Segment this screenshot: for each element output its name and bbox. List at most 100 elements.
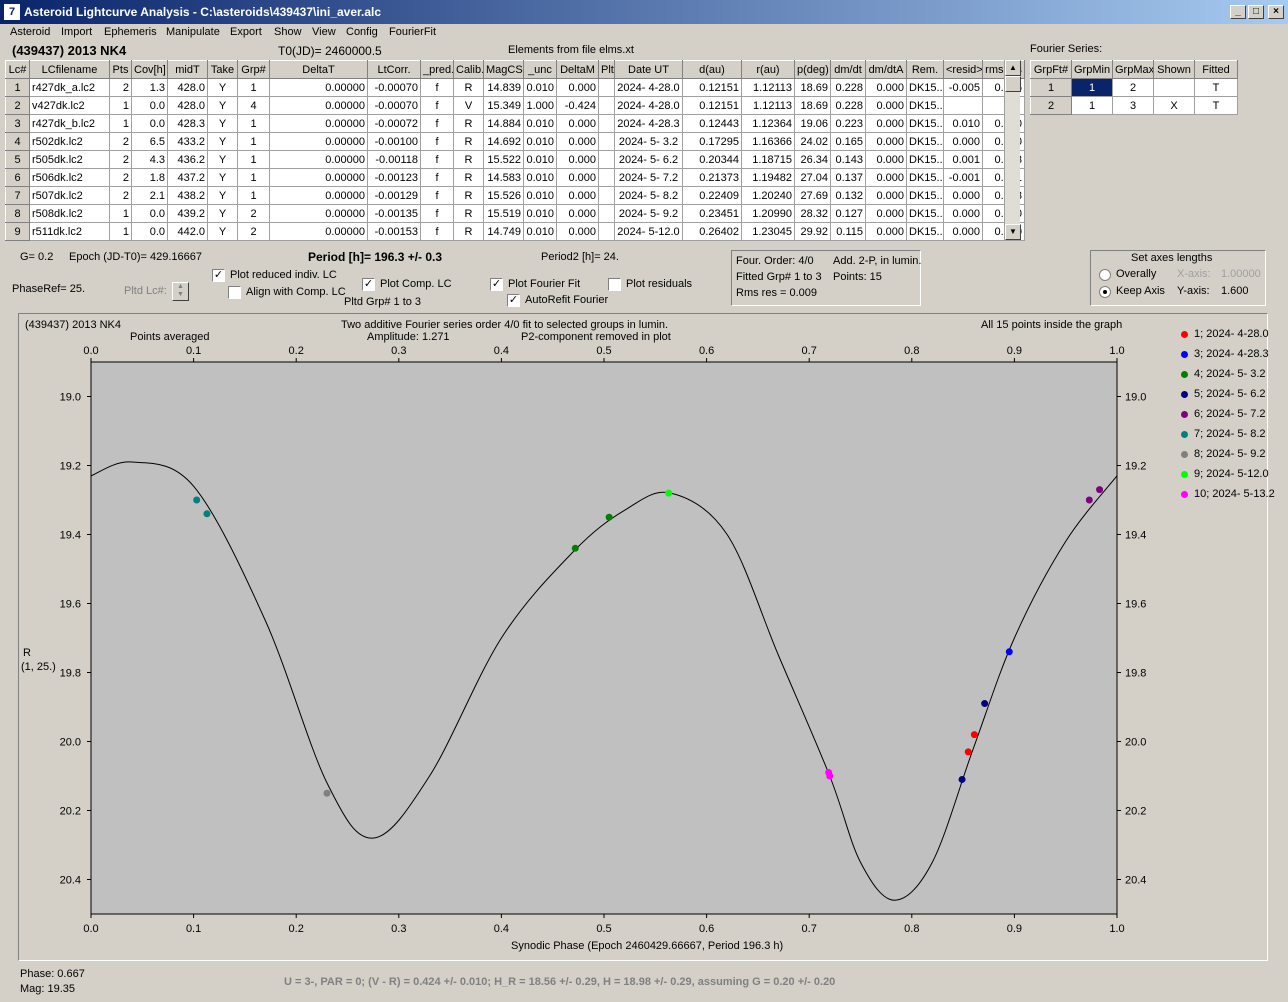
table-cell[interactable]: 26.34 (794, 150, 831, 169)
table-cell[interactable]: 0.010 (523, 168, 557, 187)
table-cell[interactable]: 0.000 (556, 168, 599, 187)
table-cell[interactable]: r505dk.lc2 (29, 150, 110, 169)
table-cell[interactable]: 0.000 (865, 186, 907, 205)
table-cell[interactable]: 0.000 (556, 186, 599, 205)
table-cell[interactable]: 27.04 (794, 168, 831, 187)
table-cell[interactable]: DK15.. (906, 222, 944, 241)
table-cell[interactable]: 18.69 (794, 96, 831, 115)
table-cell[interactable]: 0.000 (556, 222, 599, 241)
table-cell[interactable]: 1 (109, 114, 132, 133)
table-cell[interactable] (943, 96, 983, 115)
table-cell[interactable]: -0.001 (943, 168, 983, 187)
table-cell[interactable]: 0.000 (556, 132, 599, 151)
table-cell[interactable]: 4 (237, 96, 270, 115)
table-cell[interactable]: 2024- 5-12.0 (614, 222, 683, 241)
table-cell[interactable]: 0.0 (131, 114, 168, 133)
table-cell[interactable]: Y (207, 114, 238, 133)
table-cell[interactable]: f (420, 132, 454, 151)
plot-comp-checkbox[interactable]: ✓ (362, 278, 375, 291)
table-cell[interactable]: R (453, 114, 484, 133)
table-cell[interactable]: 0.000 (943, 204, 983, 223)
table-cell[interactable]: 1 (237, 186, 270, 205)
table-cell[interactable]: DK15.. (906, 78, 944, 97)
fourier-row[interactable]: 112T (1030, 78, 1238, 97)
table-row[interactable]: 6 r506dk.lc2 2 1.8 437.2 Y 1 0.00000 -0.00123 f R 1… (5, 168, 1025, 187)
table-cell[interactable]: 439.2 (167, 204, 208, 223)
column-header[interactable]: Lc# (5, 60, 30, 79)
row-header[interactable]: 2 (1030, 96, 1072, 115)
fourier-row[interactable]: 213XT (1030, 96, 1238, 115)
table-cell[interactable]: f (420, 168, 454, 187)
column-header[interactable]: Fitted (1194, 60, 1238, 79)
table-cell[interactable]: 0.010 (523, 222, 557, 241)
table-cell[interactable]: 2 (109, 132, 132, 151)
table-cell[interactable]: 0.23451 (682, 204, 742, 223)
table-cell[interactable]: 0.115 (830, 222, 866, 241)
table-cell[interactable]: 437.2 (167, 168, 208, 187)
table-cell[interactable]: 0.12443 (682, 114, 742, 133)
pltd-lc-spinner[interactable]: ▲ ▼ (172, 282, 189, 301)
table-cell[interactable]: 2024- 4-28.0 (614, 96, 683, 115)
table-cell[interactable]: 428.0 (167, 78, 208, 97)
table-cell[interactable]: 15.349 (483, 96, 524, 115)
table-cell[interactable]: 0.000 (865, 78, 907, 97)
table-cell[interactable] (598, 114, 615, 133)
table-cell[interactable]: f (420, 150, 454, 169)
table-cell[interactable]: 0.001 (943, 150, 983, 169)
table-cell[interactable]: R (453, 204, 484, 223)
table-cell[interactable]: 0.010 (523, 150, 557, 169)
table-cell[interactable]: 0.010 (523, 78, 557, 97)
table-cell[interactable]: -0.00129 (367, 186, 421, 205)
table-cell[interactable]: 0.000 (943, 132, 983, 151)
plot-fourier-checkbox[interactable]: ✓ (490, 278, 503, 291)
table-cell[interactable]: DK15.. (906, 96, 944, 115)
period-label[interactable]: Period [h]= 196.3 +/- 0.3 (308, 250, 442, 264)
table-cell[interactable]: 428.0 (167, 96, 208, 115)
table-cell[interactable]: R (453, 186, 484, 205)
table-cell[interactable]: 2 (237, 222, 270, 241)
y-axis-input[interactable]: 1.600 (1221, 285, 1249, 297)
table-cell[interactable]: 0.000 (943, 222, 983, 241)
menu-view[interactable]: View (312, 26, 336, 38)
table-cell[interactable]: 436.2 (167, 150, 208, 169)
table-cell[interactable]: 2024- 5- 8.2 (614, 186, 683, 205)
table-cell[interactable]: 1.20240 (741, 186, 795, 205)
x-axis-input[interactable]: 1.00000 (1221, 268, 1261, 280)
menu-fourierfit[interactable]: FourierFit (389, 26, 436, 38)
table-cell[interactable]: 2024- 5- 7.2 (614, 168, 683, 187)
plot-reduced-checkbox[interactable]: ✓ (212, 269, 225, 282)
column-header[interactable]: midT (167, 60, 208, 79)
epoch-label[interactable]: Epoch (JD-T0)= 429.16667 (69, 251, 202, 263)
table-cell[interactable]: 0.00000 (269, 78, 368, 97)
table-cell[interactable]: DK15.. (906, 186, 944, 205)
column-header[interactable]: _pred. (420, 60, 454, 79)
minimize-button[interactable]: _ (1230, 5, 1246, 19)
table-cell[interactable]: 0.137 (830, 168, 866, 187)
table-cell[interactable]: r507dk.lc2 (29, 186, 110, 205)
table-cell[interactable]: 1 (237, 132, 270, 151)
table-cell[interactable]: 0.228 (830, 78, 866, 97)
table-cell[interactable]: 18.69 (794, 78, 831, 97)
table-cell[interactable]: -0.00135 (367, 204, 421, 223)
column-header[interactable]: Plt (598, 60, 615, 79)
table-row[interactable]: 9 r511dk.lc2 1 0.0 442.0 Y 2 0.00000 -0.00153 f R 1… (5, 222, 1025, 241)
table-cell[interactable]: 14.749 (483, 222, 524, 241)
menu-show[interactable]: Show (274, 26, 302, 38)
table-cell[interactable]: Y (207, 168, 238, 187)
table-cell[interactable]: 28.32 (794, 204, 831, 223)
table-scrollbar[interactable]: ▲ ▼ (1004, 60, 1021, 240)
table-cell[interactable]: 1 (1071, 78, 1113, 97)
table-cell[interactable]: R (453, 150, 484, 169)
table-cell[interactable] (1153, 78, 1195, 97)
table-row[interactable]: 1 r427dk_a.lc2 2 1.3 428.0 Y 1 0.00000 -0.00070 f… (5, 78, 1025, 97)
table-cell[interactable]: 0.20344 (682, 150, 742, 169)
table-cell[interactable]: 2024- 5- 9.2 (614, 204, 683, 223)
table-row[interactable]: 5 r505dk.lc2 2 4.3 436.2 Y 1 0.00000 -0.00118 f R 1… (5, 150, 1025, 169)
menu-manipulate[interactable]: Manipulate (166, 26, 220, 38)
table-cell[interactable]: 14.692 (483, 132, 524, 151)
table-cell[interactable]: -0.00118 (367, 150, 421, 169)
table-cell[interactable]: 0.010 (523, 204, 557, 223)
scroll-thumb[interactable] (1005, 76, 1021, 92)
table-cell[interactable]: 0.00000 (269, 96, 368, 115)
table-cell[interactable] (598, 132, 615, 151)
